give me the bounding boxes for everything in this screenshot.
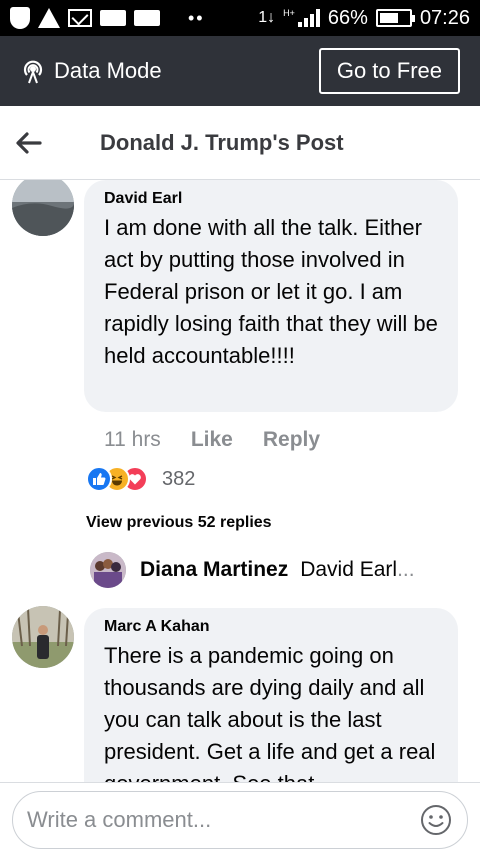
reply-button[interactable]: Reply (263, 428, 320, 452)
comment-author[interactable]: David Earl (104, 190, 438, 208)
signal-icon: H+ (283, 9, 320, 27)
comment-time: 11 hrs (104, 428, 161, 451)
comment-composer[interactable] (12, 791, 468, 849)
warning-icon (38, 8, 60, 28)
reply-author: Diana Martinez (140, 558, 289, 581)
shield-icon (10, 7, 30, 29)
page-title: Donald J. Trump's Post (100, 129, 344, 155)
avatar (90, 552, 126, 588)
comment-bubble: Marc A Kahan There is a pandemic going o… (84, 608, 458, 782)
comment-text: I am done with all the talk. Either act … (104, 215, 438, 368)
data-mode-icon (23, 60, 43, 84)
network-activity: 1↓ (258, 9, 276, 26)
avatar[interactable] (12, 606, 74, 668)
like-button[interactable]: Like (191, 428, 233, 452)
battery-icon (375, 9, 415, 27)
reply-ellipsis: ... (397, 558, 415, 581)
status-bar: •• 1↓ H+ 66% 07:26 (0, 0, 480, 36)
post-header: Donald J. Trump's Post (0, 106, 480, 180)
avatar[interactable] (12, 180, 74, 236)
view-previous-replies[interactable]: View previous 52 replies (86, 514, 272, 532)
emoji-icon[interactable] (419, 803, 453, 837)
comments-feed[interactable]: David Earl I am done with all the talk. … (0, 180, 480, 782)
comment-input[interactable] (27, 807, 419, 833)
reaction-count: 382 (162, 467, 196, 490)
comment-actions: 11 hrs Like Reply (104, 428, 350, 452)
reply-preview[interactable]: Diana Martinez David Earl... (90, 552, 415, 588)
reactions-summary[interactable]: 382 (86, 466, 195, 492)
notification-icon (134, 10, 160, 26)
data-mode-bar: Data Mode Go to Free (0, 36, 480, 106)
avatar-image (90, 552, 126, 588)
signal-label: H+ (283, 8, 295, 18)
comment-composer-bar (0, 782, 480, 854)
clock: 07:26 (419, 6, 470, 29)
comment-text: There is a pandemic going on thousands a… (104, 643, 436, 782)
reply-snippet: David Earl... (300, 558, 414, 582)
go-to-free-button[interactable]: Go to Free (318, 48, 460, 94)
reply-snippet-text: David Earl (300, 558, 398, 581)
more-notifications-icon: •• (188, 7, 205, 28)
back-button[interactable] (16, 123, 76, 163)
avatar-image (12, 180, 74, 236)
avatar-image (12, 606, 74, 668)
battery-percent: 66% (327, 6, 368, 29)
comment-author[interactable]: Marc A Kahan (104, 618, 438, 636)
like-reaction-icon (86, 466, 112, 492)
mail-icon (68, 9, 92, 27)
data-mode-label: Data Mode (54, 58, 162, 83)
comment-bubble: David Earl I am done with all the talk. … (84, 180, 458, 412)
back-arrow-icon (16, 131, 42, 154)
notification-icon (100, 10, 126, 26)
